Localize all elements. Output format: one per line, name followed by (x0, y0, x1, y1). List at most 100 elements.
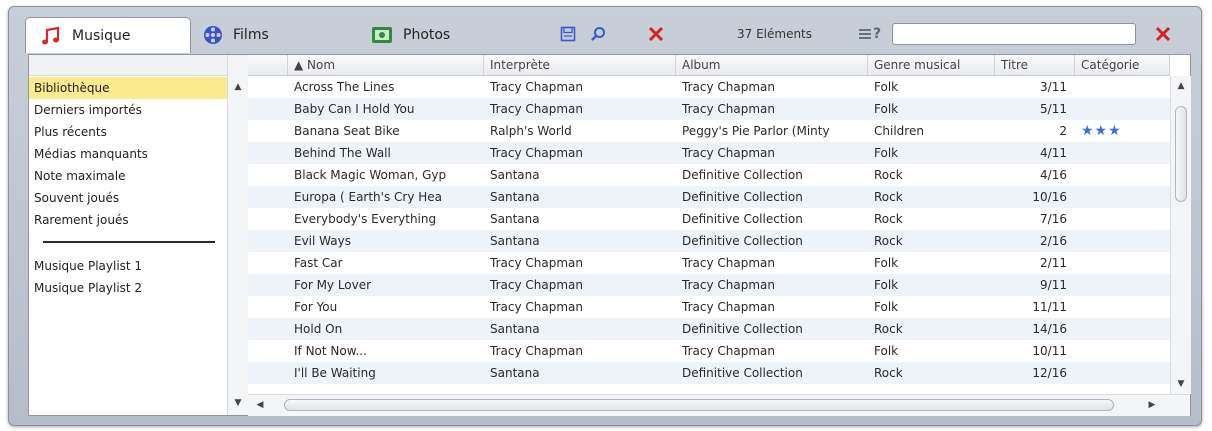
column-header-titre[interactable]: Titre (995, 55, 1075, 75)
cell-genre: Rock (874, 212, 903, 226)
list-help-button[interactable]: ? (855, 23, 885, 45)
cell-nom: Banana Seat Bike (294, 124, 400, 138)
table-row[interactable]: I'll Be Waiting Santana Definitive Collect… (248, 362, 1170, 384)
close-button[interactable] (645, 23, 667, 45)
table-scroll-right-icon[interactable]: ▶ (1144, 397, 1160, 413)
cell-nom: I'll Be Waiting (294, 366, 376, 380)
row-marker-cell (248, 318, 288, 340)
table-row[interactable]: For You Tracy Chapman Tracy Chapman Folk 11/… (248, 296, 1170, 318)
list-help-icon (858, 29, 871, 39)
cell-titre: 4/11 (1040, 146, 1067, 160)
sidebar-item-note-maximale[interactable]: Note maximale (29, 165, 227, 187)
sidebar-item-rarement-joues[interactable]: Rarement joués (29, 209, 227, 231)
sidebar-item-playlist-1[interactable]: Musique Playlist 1 (29, 255, 227, 277)
tab-musique-label: Musique (72, 27, 131, 44)
table-scroll-up-icon[interactable]: ▲ (1171, 78, 1191, 94)
cell-interprete: Santana (490, 366, 540, 380)
cell-titre: 10/11 (1032, 344, 1067, 358)
cell-categorie (1075, 296, 1170, 318)
cell-interprete: Ralph's World (490, 124, 572, 138)
sidebar-scroll-up-icon[interactable]: ▲ (228, 79, 248, 95)
sidebar-item-bibliotheque[interactable]: Bibliothèque (29, 77, 227, 99)
cell-genre: Folk (874, 102, 899, 116)
search-input[interactable] (892, 23, 1136, 45)
cell-nom: Black Magic Woman, Gyp (294, 168, 447, 182)
table-row[interactable]: If Not Now... Tracy Chapman Tracy Chapman F… (248, 340, 1170, 362)
column-header-categorie[interactable]: Catégorie (1075, 55, 1170, 75)
sidebar-scroll-down-icon[interactable]: ▼ (228, 395, 248, 411)
cell-interprete: Santana (490, 234, 540, 248)
cell-titre: 4/16 (1040, 168, 1067, 182)
cell-categorie (1075, 362, 1170, 384)
cell-interprete: Tracy Chapman (490, 146, 583, 160)
table-horizontal-scroll-thumb[interactable] (284, 399, 1114, 411)
table-row[interactable]: Europa ( Earth's Cry Hea Santana Definitiv… (248, 186, 1170, 208)
sidebar-item-medias-manquants[interactable]: Médias manquants (29, 143, 227, 165)
clear-search-button[interactable] (1152, 23, 1174, 45)
table-row[interactable]: Hold On Santana Definitive Collection Rock 1… (248, 318, 1170, 340)
sidebar-scrollbar[interactable]: ▲ ▼ (227, 55, 248, 415)
cell-interprete: Santana (490, 168, 540, 182)
row-marker-cell (248, 164, 288, 186)
table-row[interactable]: Black Magic Woman, Gyp Santana Definitive … (248, 164, 1170, 186)
cell-interprete: Tracy Chapman (490, 102, 583, 116)
music-note-icon (40, 25, 62, 47)
table-scroll-down-icon[interactable]: ▼ (1171, 376, 1191, 392)
tab-photos[interactable]: Photos (371, 17, 450, 53)
table-header: ▲ Nom Interprète Album Genre musical Tit… (248, 55, 1170, 76)
row-marker-cell (248, 76, 288, 98)
cell-genre: Rock (874, 168, 903, 182)
cell-titre: 5/11 (1040, 102, 1067, 116)
table-row[interactable]: Baby Can I Hold You Tracy Chapman Tracy Ch… (248, 98, 1170, 120)
cell-nom: Hold On (294, 322, 343, 336)
table-vertical-scroll-thumb[interactable] (1175, 106, 1187, 202)
row-marker-cell (248, 120, 288, 142)
cell-titre: 11/11 (1032, 300, 1067, 314)
app-window: Musique Films Photos 37 Eléments ? Bibli… (8, 6, 1202, 426)
sidebar-item-playlist-2[interactable]: Musique Playlist 2 (29, 277, 227, 299)
table-row[interactable]: Everybody's Everything Santana Definitive … (248, 208, 1170, 230)
table-row[interactable]: Behind The Wall Tracy Chapman Tracy Chapma… (248, 142, 1170, 164)
cell-genre: Rock (874, 234, 903, 248)
column-header-interprete[interactable]: Interprète (484, 55, 676, 75)
row-marker-cell (248, 208, 288, 230)
sidebar-item-plus-recents[interactable]: Plus récents (29, 121, 227, 143)
tab-films[interactable]: Films (203, 17, 269, 53)
row-marker-cell (248, 98, 288, 120)
table-vertical-scrollbar[interactable]: ▲ ▼ (1170, 76, 1191, 394)
help-glyph: ? (872, 26, 882, 42)
cell-album: Tracy Chapman (682, 278, 775, 292)
column-header-genre[interactable]: Genre musical (868, 55, 995, 75)
cell-titre: 7/16 (1040, 212, 1067, 226)
cell-categorie (1075, 186, 1170, 208)
tab-musique[interactable]: Musique (25, 17, 191, 53)
cell-categorie (1075, 252, 1170, 274)
clear-search-icon (1155, 26, 1171, 42)
search-button[interactable] (587, 23, 609, 45)
table-row[interactable]: Across The Lines Tracy Chapman Tracy Chapm… (248, 76, 1170, 98)
cell-titre: 3/11 (1040, 80, 1067, 94)
table-horizontal-scrollbar[interactable]: ◀ ▶ (248, 394, 1190, 416)
cell-titre: 14/16 (1032, 322, 1067, 336)
sidebar-item-souvent-joues[interactable]: Souvent joués (29, 187, 227, 209)
cell-genre: Folk (874, 80, 899, 94)
table-row[interactable]: Banana Seat Bike Ralph's World Peggy's Pie… (248, 120, 1170, 142)
cell-interprete: Tracy Chapman (490, 278, 583, 292)
cell-album: Peggy's Pie Parlor (Minty (682, 124, 830, 138)
table-scroll-left-icon[interactable]: ◀ (252, 397, 268, 413)
table-row[interactable]: Fast Car Tracy Chapman Tracy Chapman Folk 2/… (248, 252, 1170, 274)
sidebar-item-derniers-importes[interactable]: Derniers importés (29, 99, 227, 121)
column-header-nom[interactable]: ▲ Nom (288, 55, 484, 75)
table-row[interactable]: Evil Ways Santana Definitive Collection Roc… (248, 230, 1170, 252)
table-row[interactable]: For My Lover Tracy Chapman Tracy Chapman Fo… (248, 274, 1170, 296)
save-button[interactable] (557, 23, 579, 45)
row-marker-cell (248, 252, 288, 274)
cell-genre: Rock (874, 190, 903, 204)
sidebar-divider (43, 241, 215, 243)
cell-nom: Everybody's Everything (294, 212, 437, 226)
column-header-album[interactable]: Album (676, 55, 868, 75)
cell-interprete: Tracy Chapman (490, 344, 583, 358)
cell-album: Tracy Chapman (682, 344, 775, 358)
cell-genre: Rock (874, 366, 903, 380)
cell-nom: For My Lover (294, 278, 372, 292)
